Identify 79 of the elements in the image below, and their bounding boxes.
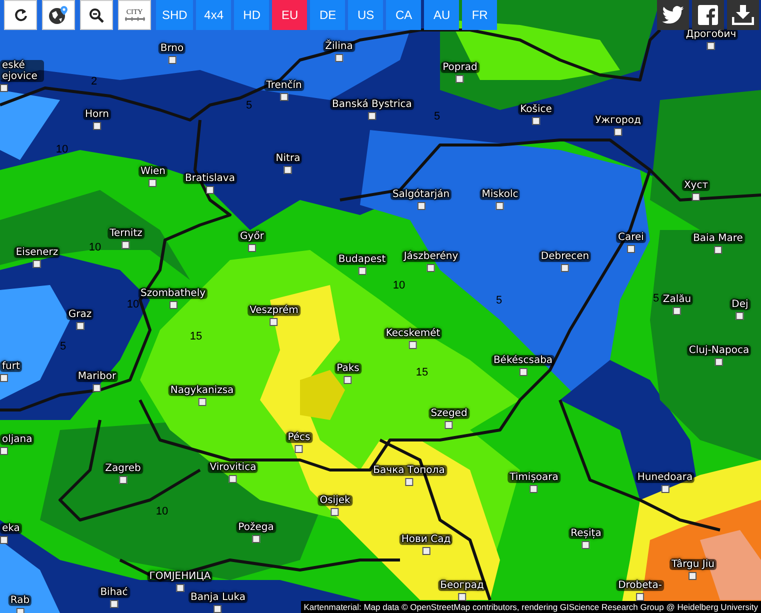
contour-value: 10 <box>126 300 140 310</box>
contour-value: 15 <box>190 332 202 342</box>
city-marker-icon <box>689 572 697 580</box>
contour-value: 10 <box>88 242 102 254</box>
city-marker-icon <box>76 322 84 330</box>
city-marker-icon <box>149 179 157 187</box>
strikethrough-icon <box>124 16 146 22</box>
city-marker-icon <box>736 312 744 320</box>
city-marker-icon <box>214 605 222 613</box>
facebook-share-button[interactable] <box>692 0 724 30</box>
contour-value: 2 <box>90 76 98 88</box>
refresh-button[interactable] <box>4 0 37 30</box>
zoom-out-icon <box>89 8 104 22</box>
city-marker-icon <box>0 84 8 92</box>
bird-icon <box>662 6 684 24</box>
city-marker-icon <box>715 358 723 366</box>
city-marker-icon <box>248 244 256 252</box>
city-marker-icon <box>409 341 417 349</box>
region-tab[interactable]: FR <box>462 0 498 30</box>
city-marker-icon <box>714 246 722 254</box>
city-marker-icon <box>331 508 339 516</box>
twitter-share-button[interactable] <box>657 0 689 30</box>
region-tab[interactable]: DE <box>310 0 346 30</box>
download-icon <box>732 5 754 25</box>
city-marker-icon <box>636 593 644 601</box>
map-attribution: Kartenmaterial: Map data © OpenStreetMap contributors, rendering GIScience Research Group @ Heidelberg University <box>300 601 761 613</box>
city-marker-icon <box>456 75 464 83</box>
city-marker-icon <box>530 485 538 493</box>
city-marker-icon <box>427 264 435 272</box>
city-marker-icon <box>284 166 292 174</box>
contour-value: 5 <box>434 112 440 122</box>
city-marker-icon <box>627 245 635 253</box>
city-marker-icon <box>496 202 504 210</box>
city-marker-icon <box>458 593 466 601</box>
city-marker-icon <box>358 267 366 275</box>
city-marker-icon <box>295 445 303 453</box>
city-marker-icon <box>270 318 278 326</box>
city-marker-icon <box>707 42 715 50</box>
region-tab[interactable]: CA <box>386 0 422 30</box>
city-marker-icon <box>335 54 343 62</box>
contour-value: 15 <box>416 368 428 378</box>
contour-value: 10 <box>392 280 406 292</box>
city-marker-icon <box>33 260 41 268</box>
contour-value: 5 <box>652 294 660 304</box>
city-marker-icon <box>582 541 590 549</box>
city-marker-icon <box>122 241 130 249</box>
city-marker-icon <box>417 202 425 210</box>
city-marker-icon <box>445 421 453 429</box>
city-marker-icon <box>661 485 669 493</box>
city-marker-icon <box>561 264 569 272</box>
city-marker-icon <box>405 478 413 486</box>
city-marker-icon <box>0 536 8 544</box>
zoom-out-button[interactable] <box>80 0 113 30</box>
refresh-icon <box>14 8 28 22</box>
contour-value: 5 <box>496 296 502 306</box>
city-marker-icon <box>0 447 8 455</box>
facebook-icon <box>698 5 718 25</box>
city-marker-icon <box>0 374 8 382</box>
region-tab[interactable]: US <box>348 0 384 30</box>
city-marker-icon <box>119 476 127 484</box>
globe-pin-icon <box>48 5 70 25</box>
contour-value: 5 <box>246 100 252 112</box>
download-button[interactable] <box>727 0 759 30</box>
contour-value: 10 <box>156 506 168 518</box>
globe-button[interactable] <box>42 0 75 30</box>
region-tab[interactable]: EU <box>272 0 308 30</box>
city-marker-icon <box>93 384 101 392</box>
region-tab[interactable]: HD <box>234 0 270 30</box>
region-tab[interactable]: AU <box>424 0 460 30</box>
contour-value: 10 <box>56 144 68 156</box>
region-tab[interactable]: 4x4 <box>196 0 232 30</box>
city-marker-icon <box>344 376 352 384</box>
city-marker-icon <box>692 193 700 201</box>
city-marker-icon <box>519 368 527 376</box>
contour-value: 5 <box>60 342 66 352</box>
city-marker-icon <box>673 307 681 315</box>
region-tab[interactable]: SHD <box>156 0 194 30</box>
city-marker-icon <box>229 475 237 483</box>
city-marker-icon <box>206 186 214 194</box>
